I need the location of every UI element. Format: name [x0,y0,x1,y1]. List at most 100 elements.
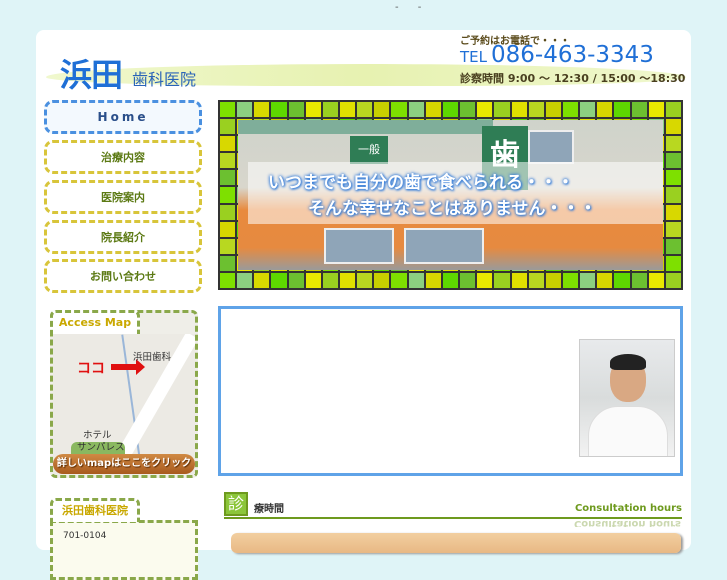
tile [460,102,476,118]
section-title-en: Consultation hours [574,503,682,514]
tile [562,272,579,288]
tile [580,102,596,118]
tile [597,102,613,118]
here-label: ココ [77,361,105,377]
section-title-en-reflection: Consultation hours [573,519,681,527]
tile [220,102,236,118]
tile [288,102,304,118]
tile [408,102,424,118]
roof [238,120,493,134]
nav-home[interactable]: Home [44,100,202,134]
nav-director[interactable]: 院長紹介 [44,220,202,254]
logo-sub: 歯科医院 [132,70,197,89]
clinic-info-tab: 浜田歯科医院 [50,498,140,522]
tile [477,102,493,118]
tile [220,238,236,254]
tile [220,136,236,152]
tile [374,102,390,118]
slogan-line-2: そんな幸せなことはありません・・・ [308,199,597,219]
nav-clinic-info[interactable]: 医院案内 [44,180,202,214]
tile [254,102,270,118]
tile [305,272,321,288]
nav-contact[interactable]: お問い合わせ [44,259,202,293]
hair [610,354,646,370]
tile [357,102,373,118]
tile [442,102,459,118]
tile [665,153,681,169]
tile [511,102,527,118]
logo-main[interactable]: 浜田 [60,50,123,96]
tile [528,102,544,118]
tile [391,272,407,288]
tile [340,272,356,288]
clinic-photo: 一般 歯 いつまでも自分の歯で食べられる・・・ そんな幸せなことはありません・・… [238,120,663,270]
tile [648,102,664,118]
tile [288,272,304,288]
tile [374,272,390,288]
tile [494,272,510,288]
window [528,130,574,164]
tile [220,221,236,237]
tile [254,272,270,288]
tile [220,187,236,203]
tile [305,102,321,118]
tile [271,102,287,118]
tile [220,272,236,288]
tile [322,272,339,288]
tile [631,272,647,288]
tile [614,272,630,288]
message-box [218,306,683,476]
tile [271,272,287,288]
doctor-photo [579,339,675,457]
tile [408,272,424,288]
tile [665,204,681,220]
tile [562,102,579,118]
tile [545,102,561,118]
office-hours: 診察時間 9:00 ～ 12:30 / 15:00 ～18:30 [460,72,686,85]
section-icon: 診 [224,492,248,516]
tile [220,204,236,220]
tile [614,102,630,118]
tile [391,102,407,118]
detail-map-button[interactable]: 詳しいmapはここをクリック [53,454,195,474]
tile [665,170,681,186]
tile [425,102,441,118]
clinic-map-label: 浜田歯科 [133,352,172,363]
hero-banner: 一般 歯 いつまでも自分の歯で食べられる・・・ そんな幸せなことはありません・・… [218,100,683,290]
hours-table-header [231,533,681,553]
slogan: いつまでも自分の歯で食べられる・・・ そんな幸せなことはありません・・・ [248,162,663,224]
tel-label: TEL [460,48,487,66]
tile [580,272,596,288]
tile [665,255,681,271]
access-map-tab: Access Map [50,310,140,334]
sign-general: 一般 [350,136,388,164]
tile [665,272,681,288]
window [404,228,484,264]
tel-number: 086-463-3343 [491,42,654,68]
tile [511,272,527,288]
window [324,228,394,264]
slogan-line-1: いつまでも自分の歯で食べられる・・・ [268,173,574,193]
clinic-info-box: 701-0104 [50,520,198,580]
tile [494,102,510,118]
tile [425,272,441,288]
tile [665,221,681,237]
tile [665,187,681,203]
tile [220,153,236,169]
nav-treatment[interactable]: 治療内容 [44,140,202,174]
hotel-label-1: ホテル [83,430,112,441]
access-map[interactable]: ココ 浜田歯科 ホテル サンパレス [53,334,195,474]
tile [665,136,681,152]
section-title: 療時間 [254,504,284,515]
tile [460,272,476,288]
hotel-label-2: サンパレス [77,442,125,453]
tile [340,102,356,118]
tile [322,102,339,118]
tile [648,272,664,288]
tile [665,102,681,118]
tile [528,272,544,288]
postal-code: 701-0104 [63,531,107,541]
tile [665,238,681,254]
tile [357,272,373,288]
tile [545,272,561,288]
